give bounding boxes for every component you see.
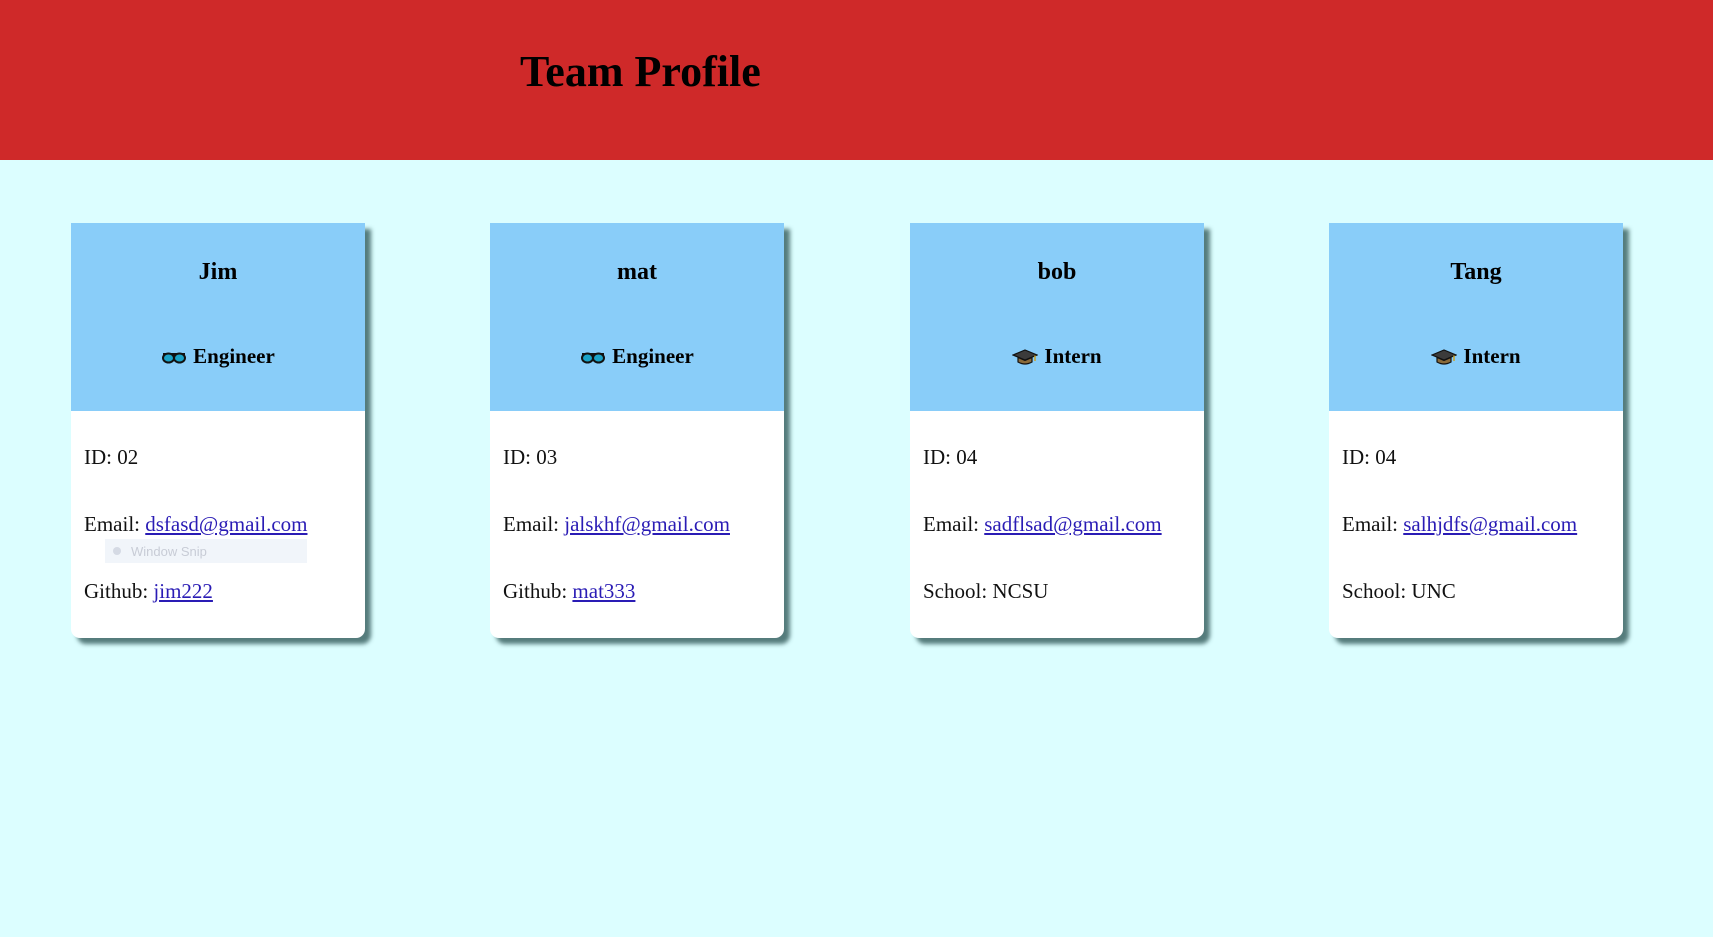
- snip-icon: [113, 547, 121, 555]
- role-label: Engineer: [193, 344, 275, 368]
- school-label: School:: [923, 579, 993, 603]
- card-header: bob Intern: [910, 223, 1204, 411]
- employee-role: Engineer: [71, 344, 365, 369]
- github-label: Github:: [84, 579, 154, 603]
- id-label: ID:: [1342, 445, 1376, 469]
- page-title: Team Profile: [520, 47, 761, 96]
- email-link[interactable]: dsfasd@gmail.com: [145, 512, 307, 536]
- employee-school: School: UNC: [1342, 579, 1456, 604]
- employee-card: mat Engineer ID: 03 Email: jalskhf@gmail…: [490, 223, 784, 638]
- email-link[interactable]: salhjdfs@gmail.com: [1403, 512, 1577, 536]
- employee-card: Jim Engineer ID: 02 Email: dsfasd@gmail.…: [71, 223, 365, 638]
- employee-role: Intern: [1329, 344, 1623, 369]
- graduation-cap-icon: [1012, 348, 1039, 365]
- id-label: ID:: [923, 445, 957, 469]
- employee-name: Tang: [1450, 259, 1502, 285]
- github-label: Github:: [503, 579, 573, 603]
- employee-role: Engineer: [490, 344, 784, 369]
- email-link[interactable]: jalskhf@gmail.com: [564, 512, 730, 536]
- github-link[interactable]: jim222: [153, 579, 213, 603]
- employee-github: Github: mat333: [503, 579, 635, 604]
- email-label: Email:: [503, 512, 565, 536]
- window-snip-overlay: Window Snip: [105, 539, 307, 563]
- email-label: Email:: [84, 512, 146, 536]
- id-value: 03: [536, 445, 558, 469]
- employee-email: Email: sadflsad@gmail.com: [923, 512, 1162, 537]
- employee-email: Email: jalskhf@gmail.com: [503, 512, 730, 537]
- employee-name: mat: [617, 259, 657, 285]
- email-link[interactable]: sadflsad@gmail.com: [984, 512, 1161, 536]
- github-link[interactable]: mat333: [572, 579, 635, 603]
- id-label: ID:: [84, 445, 118, 469]
- role-label: Engineer: [612, 344, 694, 368]
- employee-id: ID: 02: [84, 445, 138, 470]
- employee-id: ID: 03: [503, 445, 557, 470]
- employee-github: Github: jim222: [84, 579, 213, 604]
- employee-email: Email: dsfasd@gmail.com: [84, 512, 307, 537]
- role-label: Intern: [1463, 344, 1521, 368]
- employee-id: ID: 04: [923, 445, 977, 470]
- card-header: Tang Intern: [1329, 223, 1623, 411]
- school-label: School:: [1342, 579, 1412, 603]
- id-value: 02: [117, 445, 139, 469]
- glasses-icon: [162, 352, 187, 363]
- school-value: NCSU: [992, 579, 1049, 603]
- id-value: 04: [1375, 445, 1397, 469]
- employee-id: ID: 04: [1342, 445, 1396, 470]
- id-value: 04: [956, 445, 978, 469]
- window-snip-label: Window Snip: [131, 543, 207, 559]
- employee-name: Jim: [198, 259, 238, 285]
- employee-card: bob Intern ID: 04 Email: sadflsad@gmail.…: [910, 223, 1204, 638]
- employee-name: bob: [1037, 259, 1077, 285]
- card-header: mat Engineer: [490, 223, 784, 411]
- role-label: Intern: [1044, 344, 1102, 368]
- graduation-cap-icon: [1431, 348, 1458, 365]
- school-value: UNC: [1411, 579, 1456, 603]
- id-label: ID:: [503, 445, 537, 469]
- email-label: Email:: [1342, 512, 1404, 536]
- employee-card: Tang Intern ID: 04 Email: salhjdfs@gmail…: [1329, 223, 1623, 638]
- glasses-icon: [581, 352, 606, 363]
- email-label: Email:: [923, 512, 985, 536]
- employee-email: Email: salhjdfs@gmail.com: [1342, 512, 1577, 537]
- page-header: Team Profile: [0, 0, 1713, 160]
- employee-school: School: NCSU: [923, 579, 1048, 604]
- employee-role: Intern: [910, 344, 1204, 369]
- card-header: Jim Engineer: [71, 223, 365, 411]
